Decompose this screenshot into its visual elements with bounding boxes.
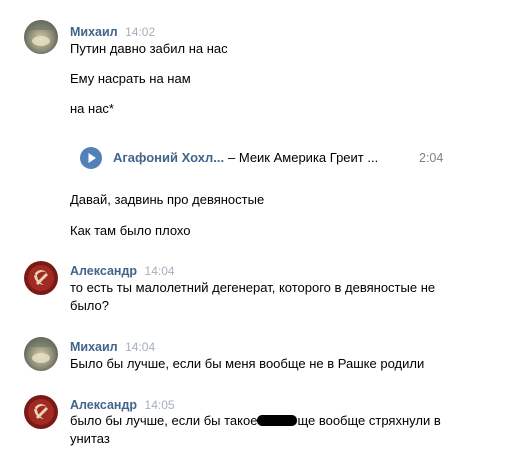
message-time[interactable]: 14:04 bbox=[145, 264, 175, 278]
message-text: на нас* bbox=[70, 101, 114, 116]
message-header: Михаил 14:04 bbox=[70, 340, 155, 354]
avatar-alexandr[interactable] bbox=[24, 395, 58, 429]
audio-title[interactable]: – Меик Америка Греит ... bbox=[228, 150, 378, 165]
message-text: Путин давно забил на нас bbox=[70, 41, 228, 56]
message-time[interactable]: 14:04 bbox=[125, 340, 155, 354]
author-name[interactable]: Михаил bbox=[70, 25, 118, 39]
avatar-mikhail[interactable] bbox=[24, 20, 58, 54]
message-text-part: ще вообще стряхнули в bbox=[297, 413, 441, 428]
message-text-part: было бы лучше, если бы такое bbox=[70, 413, 258, 428]
message-header: Александр 14:05 bbox=[70, 398, 175, 412]
audio-duration: 2:04 bbox=[419, 151, 444, 165]
play-button[interactable] bbox=[80, 147, 102, 169]
message-header: Александр 14:04 bbox=[70, 264, 175, 278]
message-text: Было бы лучше, если бы меня вообще не в … bbox=[70, 356, 425, 371]
play-icon bbox=[88, 153, 96, 163]
message-text: было? bbox=[70, 298, 109, 313]
message-text: Давай, задвинь про девяностые bbox=[70, 192, 265, 207]
message-time[interactable]: 14:02 bbox=[125, 25, 155, 39]
message-header: Михаил 14:02 bbox=[70, 25, 155, 39]
avatar-alexandr[interactable] bbox=[24, 261, 58, 295]
author-name[interactable]: Александр bbox=[70, 398, 137, 412]
message-text: то есть ты малолетний дегенерат, которог… bbox=[70, 280, 436, 295]
audio-artist[interactable]: Агафоний Хохл... bbox=[113, 150, 224, 165]
message-text: Ему насрать на нам bbox=[70, 71, 191, 86]
message-time[interactable]: 14:05 bbox=[145, 398, 175, 412]
message-text: было бы лучше, если бы такое ще вообще ст… bbox=[70, 412, 460, 430]
redaction-mark bbox=[257, 415, 298, 426]
audio-attachment[interactable]: Агафоний Хохл... – Меик Америка Греит ..… bbox=[80, 146, 455, 170]
avatar-mikhail[interactable] bbox=[24, 337, 58, 371]
author-name[interactable]: Александр bbox=[70, 264, 137, 278]
author-name[interactable]: Михаил bbox=[70, 340, 118, 354]
message-text: Как там было плохо bbox=[70, 223, 191, 238]
message-text: унитаз bbox=[70, 431, 110, 446]
